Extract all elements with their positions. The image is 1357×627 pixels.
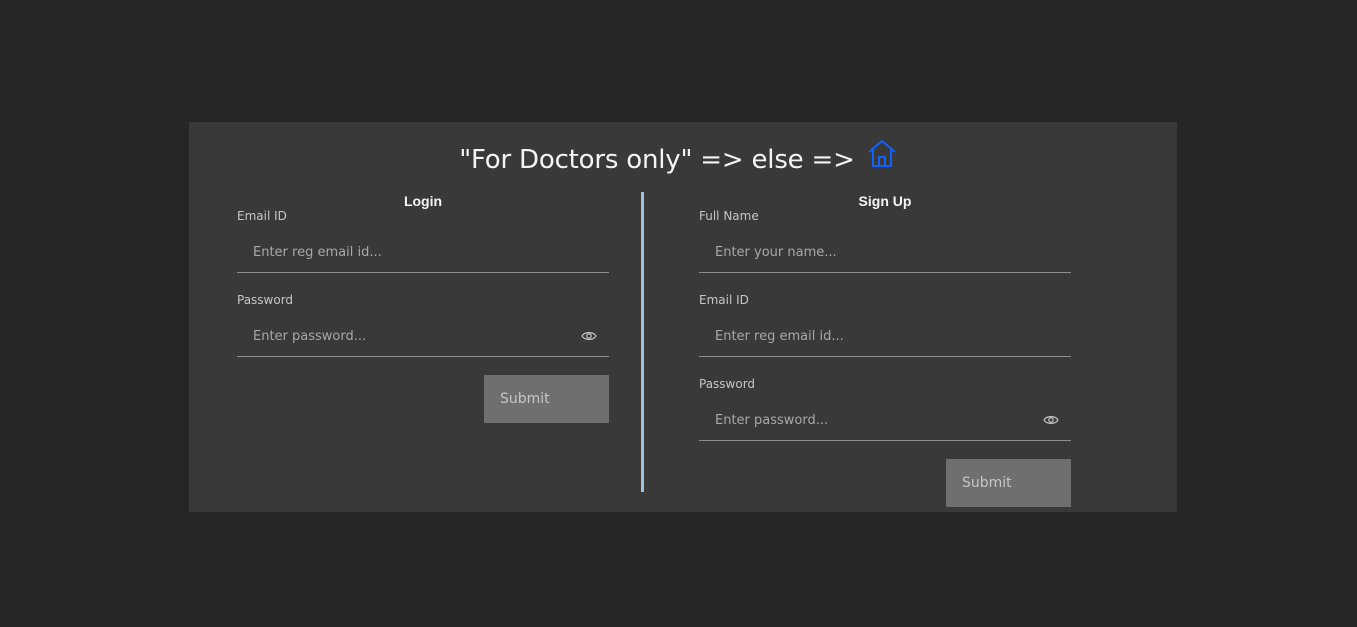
signup-email-label: Email ID: [699, 293, 749, 307]
signup-password-label: Password: [699, 377, 756, 391]
eye-icon[interactable]: [581, 329, 597, 343]
signup-name-field-wrapper: [699, 232, 1071, 273]
login-form: Login Email ID Password Submit: [237, 192, 609, 423]
signup-password-input[interactable]: [699, 400, 1071, 440]
login-password-group: Password: [237, 292, 609, 357]
login-email-field-wrapper: [237, 232, 609, 273]
login-email-label: Email ID: [237, 209, 287, 223]
login-actions: Submit: [237, 375, 609, 423]
signup-name-input[interactable]: [699, 232, 1071, 272]
signup-email-field-wrapper: [699, 316, 1071, 357]
home-icon[interactable]: [866, 138, 898, 170]
login-password-input[interactable]: [237, 316, 609, 356]
signup-actions: Submit: [699, 459, 1071, 507]
login-email-input[interactable]: [237, 232, 609, 272]
signup-email-group: Email ID: [699, 292, 1071, 357]
signup-email-input[interactable]: [699, 316, 1071, 356]
page-title: "For Doctors only" => else =>: [459, 145, 855, 175]
column-divider: [641, 192, 644, 492]
signup-password-field-wrapper: [699, 400, 1071, 441]
signup-name-label: Full Name: [699, 209, 759, 223]
signup-form: Sign Up Full Name Email ID Password Subm…: [699, 192, 1071, 507]
signup-name-group: Full Name: [699, 208, 1071, 273]
login-password-label: Password: [237, 293, 294, 307]
signup-submit-button[interactable]: Submit: [946, 459, 1071, 507]
login-email-group: Email ID: [237, 208, 609, 273]
page-header: "For Doctors only" => else =>: [0, 136, 1357, 184]
eye-icon[interactable]: [1043, 413, 1059, 427]
login-password-field-wrapper: [237, 316, 609, 357]
signup-password-group: Password: [699, 376, 1071, 441]
login-submit-button[interactable]: Submit: [484, 375, 609, 423]
